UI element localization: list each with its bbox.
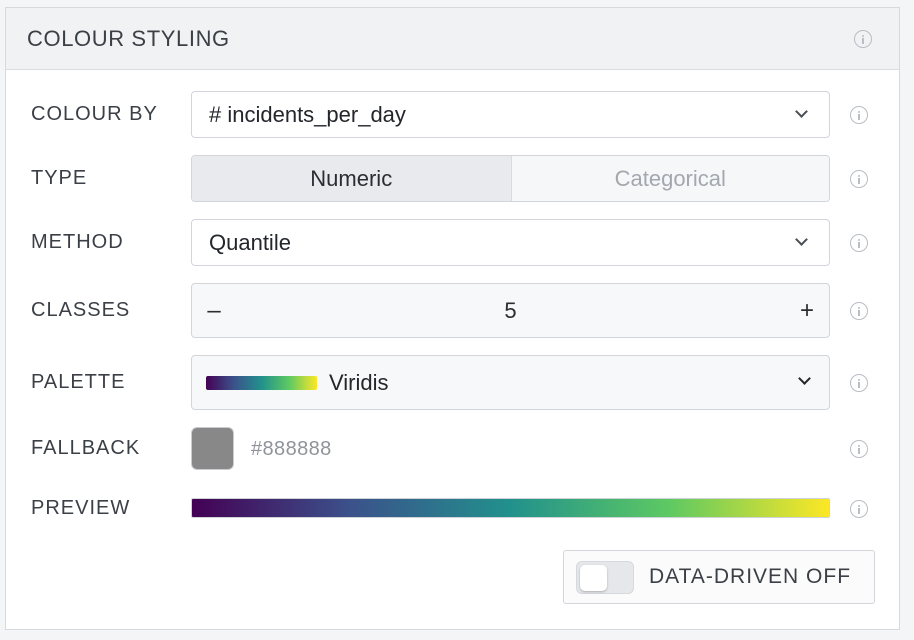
preview-label: PREVIEW <box>31 497 131 519</box>
classes-stepper: – 5 + <box>191 283 830 338</box>
type-option-numeric[interactable]: Numeric <box>192 156 511 201</box>
increment-button[interactable]: + <box>787 284 827 337</box>
toggle-knob <box>580 565 607 591</box>
info-icon[interactable] <box>850 106 868 124</box>
method-value: Quantile <box>209 230 291 255</box>
classes-label: CLASSES <box>31 299 131 321</box>
method-label: METHOD <box>31 231 124 253</box>
data-driven-toggle-button[interactable]: DATA-DRIVEN OFF <box>563 550 875 604</box>
info-icon[interactable] <box>850 170 868 188</box>
toggle-switch[interactable] <box>576 561 634 594</box>
method-select[interactable]: Quantile <box>191 219 830 266</box>
palette-value: Viridis <box>329 370 389 395</box>
info-icon[interactable] <box>854 30 872 48</box>
colour-by-value: # incidents_per_day <box>209 102 406 127</box>
panel-header: COLOUR STYLING <box>6 8 899 70</box>
preview-gradient-bar <box>191 498 830 518</box>
type-segmented-control: Numeric Categorical <box>191 155 830 202</box>
chevron-down-icon <box>795 233 808 246</box>
palette-select[interactable]: Viridis <box>191 355 830 410</box>
type-label: TYPE <box>31 167 88 189</box>
chevron-down-icon <box>798 372 811 385</box>
fallback-hex-value[interactable]: #888888 <box>251 438 332 461</box>
classes-value[interactable]: 5 <box>232 284 789 337</box>
info-icon[interactable] <box>850 440 868 458</box>
info-icon[interactable] <box>850 500 868 518</box>
fallback-color-swatch[interactable] <box>191 427 234 470</box>
chevron-down-icon <box>795 105 808 118</box>
info-icon[interactable] <box>850 302 868 320</box>
toggle-label: DATA-DRIVEN OFF <box>649 565 852 588</box>
panel-title: COLOUR STYLING <box>27 26 230 51</box>
info-icon[interactable] <box>850 374 868 392</box>
palette-swatch <box>206 376 317 390</box>
info-icon[interactable] <box>850 234 868 252</box>
colour-by-label: COLOUR BY <box>31 103 158 125</box>
colour-by-select[interactable]: # incidents_per_day <box>191 91 830 138</box>
colour-styling-panel: COLOUR STYLING COLOUR BY # incidents_per… <box>5 7 900 630</box>
decrement-button[interactable]: – <box>194 284 234 337</box>
palette-label: PALETTE <box>31 371 126 393</box>
type-option-categorical[interactable]: Categorical <box>510 156 829 201</box>
fallback-label: FALLBACK <box>31 437 141 459</box>
